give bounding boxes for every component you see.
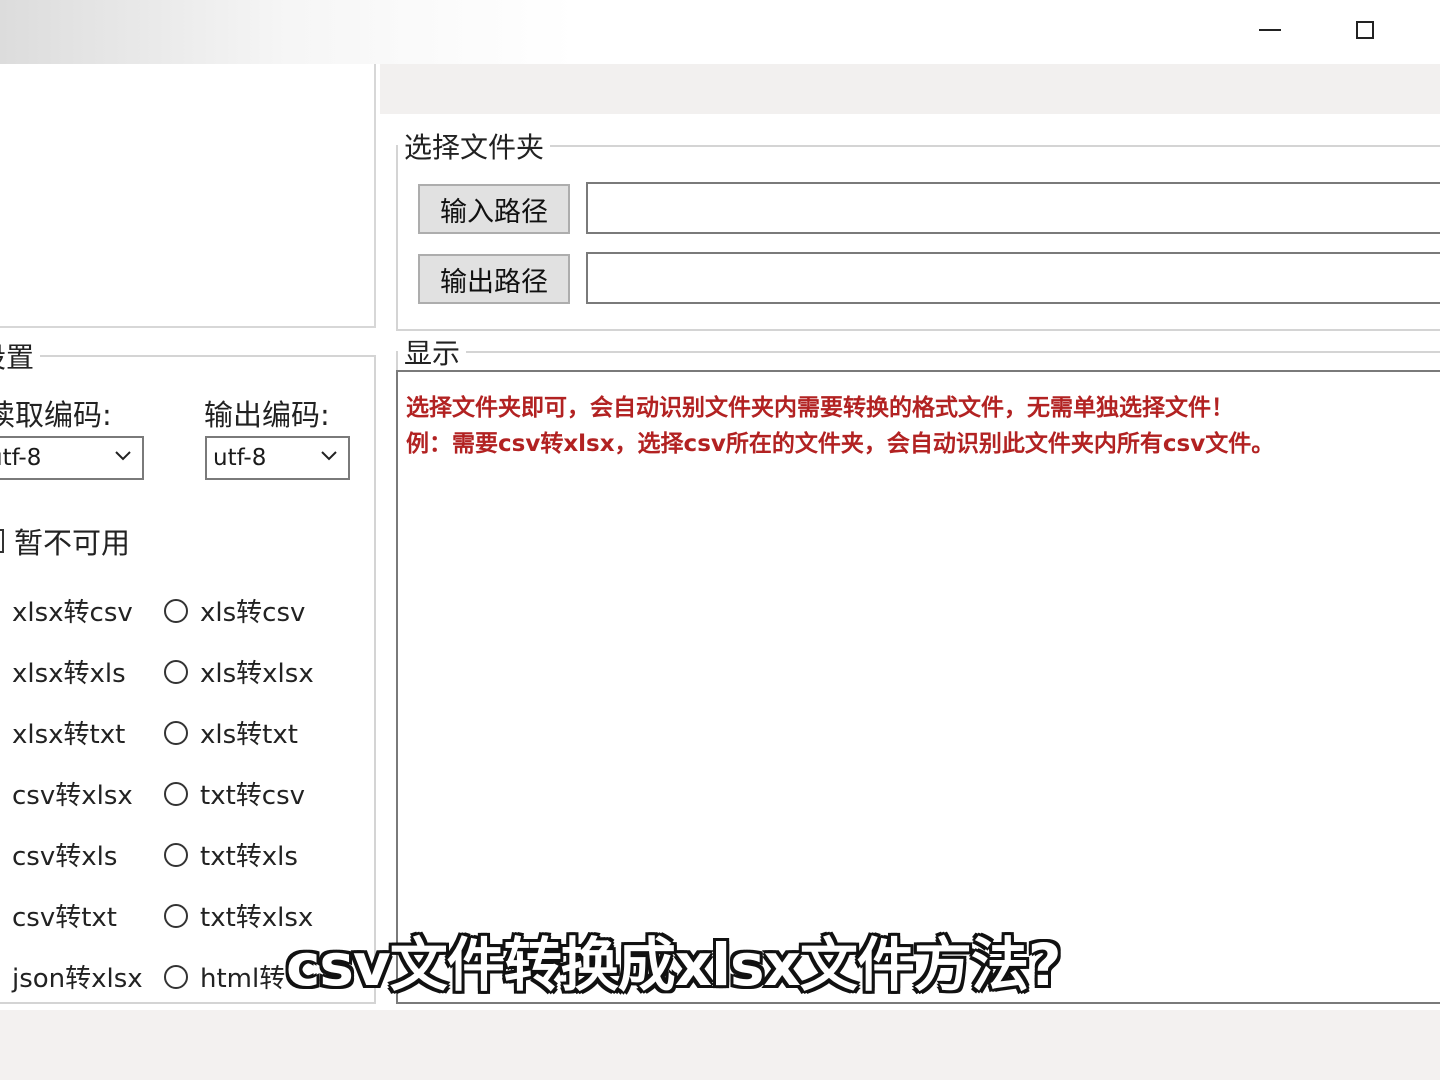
radio-circle [164,720,188,745]
radio-html-to[interactable]: html转 [164,958,285,995]
radio-txt-to-csv[interactable]: txt转csv [164,775,305,812]
input-path-button[interactable]: 输入路径 [418,184,570,234]
radio-csv-to-txt[interactable]: csv转txt [0,897,117,934]
radio-circle [164,659,188,684]
maximize-icon [1356,21,1374,39]
radio-label: xls转xlsx [200,659,314,689]
radio-circle [164,598,188,623]
chevron-down-icon [115,451,131,461]
read-encoding-label: 读取编码: [0,398,112,432]
radio-circle [164,903,188,928]
display-textarea[interactable]: 选择文件夹即可，会自动识别文件夹内需要转换的格式文件，无需单独选择文件！ 例：需… [396,370,1440,1004]
checkbox-box [0,529,4,553]
output-path-field[interactable] [586,252,1440,304]
radio-label: xlsx转csv [12,598,133,628]
display-group-legend: 显示 [404,337,461,370]
maximize-button[interactable] [1345,10,1385,50]
minimize-icon [1259,29,1281,31]
client-area: 选择文件夹 输入路径 输出路径 显示 选择文件夹即可，会自动识别文件夹内需要转换… [0,64,1440,1010]
display-message-line: 选择文件夹即可，会自动识别文件夹内需要转换的格式文件，无需单独选择文件！ [406,395,1234,421]
radio-xlsx-to-txt[interactable]: xlsx转txt [0,714,125,751]
video-caption: csv文件转换成xlsx文件方法? [286,931,1062,999]
radio-json-to-xlsx[interactable]: json转xlsx [0,958,143,995]
radio-label: json转xlsx [12,964,143,994]
read-encoding-value: utf-8 [0,445,42,471]
unavailable-checkbox[interactable]: 暂不可用 [0,520,130,562]
bottom-area [0,1010,1440,1080]
input-path-field[interactable] [586,182,1440,234]
radio-circle [164,842,188,867]
radio-label: csv转xlsx [12,781,133,811]
radio-circle [164,781,188,806]
radio-label: csv转xls [12,842,118,872]
radio-xlsx-to-csv[interactable]: xlsx转csv [0,592,133,629]
radio-label: xls转csv [200,598,306,628]
output-path-button[interactable]: 输出路径 [418,254,570,304]
radio-csv-to-xls[interactable]: csv转xls [0,836,117,873]
radio-txt-to-xls[interactable]: txt转xls [164,836,298,873]
radio-circle [164,964,188,989]
output-encoding-select[interactable]: utf-8 [205,436,350,480]
radio-label: xls转txt [200,720,298,750]
radio-label: txt转csv [200,781,306,811]
output-encoding-label: 输出编码: [204,398,330,432]
radio-label: html转 [200,964,286,994]
radio-xls-to-txt[interactable]: xls转txt [164,714,298,751]
radio-label: csv转txt [12,903,118,933]
title-bar [0,0,1440,64]
radio-label: xlsx转txt [12,720,126,750]
radio-csv-to-xlsx[interactable]: csv转xlsx [0,775,133,812]
top-strip [380,64,1440,114]
minimize-button[interactable] [1250,10,1290,50]
radio-xlsx-to-xls[interactable]: xlsx转xls [0,653,126,690]
display-message-line: 例：需要csv转xlsx，选择csv所在的文件夹，会自动识别此文件夹内所有csv… [406,431,1275,457]
radio-label: txt转xls [200,842,298,872]
radio-label: xlsx转xls [12,659,126,689]
radio-xls-to-csv[interactable]: xls转csv [164,592,305,629]
chevron-down-icon [321,451,337,461]
settings-group-legend: 设置 [0,341,35,374]
unavailable-label: 暂不可用 [14,526,131,560]
output-encoding-value: utf-8 [213,445,267,471]
radio-xls-to-xlsx[interactable]: xls转xlsx [164,653,314,690]
folder-group-legend: 选择文件夹 [404,131,545,164]
app-window: 选择文件夹 输入路径 输出路径 显示 选择文件夹即可，会自动识别文件夹内需要转换… [0,0,1440,1080]
left-top-panel [0,64,376,328]
read-encoding-select[interactable]: utf-8 [0,436,144,480]
